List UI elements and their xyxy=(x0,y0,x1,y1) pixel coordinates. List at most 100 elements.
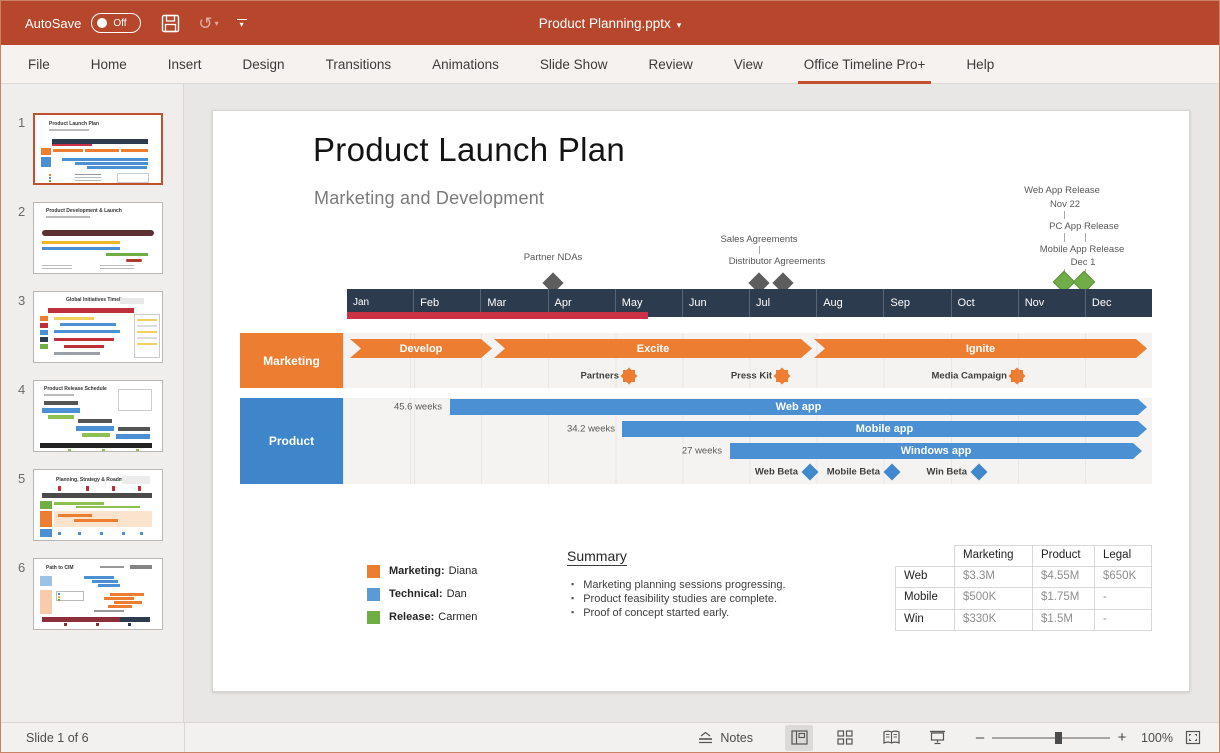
month-label: Aug xyxy=(816,289,883,317)
milestone-date-mobile-app-release: Dec 1 xyxy=(1071,257,1096,268)
slide-show-button[interactable] xyxy=(923,725,951,751)
task-bar-mobile-app[interactable]: Mobile app xyxy=(622,421,1147,437)
phase-develop[interactable]: Develop xyxy=(350,339,492,358)
fit-to-window-icon[interactable] xyxy=(1185,730,1201,745)
tab-insert[interactable]: Insert xyxy=(166,45,204,84)
zoom-in-button[interactable]: + xyxy=(1115,729,1129,746)
tab-file[interactable]: File xyxy=(26,45,52,84)
tab-home[interactable]: Home xyxy=(89,45,129,84)
cost-table[interactable]: Marketing Product Legal Web $3.3M $4.55M… xyxy=(895,545,1152,631)
slide-thumbnail-1[interactable]: Product Launch Plan xyxy=(33,113,163,185)
slide-subtitle[interactable]: Marketing and Development xyxy=(314,188,544,209)
burst-marker-media-campaign[interactable] xyxy=(1011,370,1023,382)
beta-label-mobile: Mobile Beta xyxy=(827,467,880,478)
slide-thumbnail-6[interactable]: Path to CIM xyxy=(33,558,163,630)
phase-excite[interactable]: Excite xyxy=(494,339,812,358)
marketing-row-label[interactable]: Marketing xyxy=(240,333,343,388)
marker-label-partners: Partners xyxy=(580,371,619,382)
slide-thumbnail-4[interactable]: Product Release Schedule xyxy=(33,380,163,452)
milestone-label-web-app-release: Web App Release xyxy=(1024,185,1100,196)
summary-heading[interactable]: Summary xyxy=(567,548,627,566)
autosave-label: AutoSave xyxy=(25,16,81,31)
slide-thumbnail-5[interactable]: Planning, Strategy & Roadmap xyxy=(33,469,163,541)
bullet-icon: ▪ xyxy=(571,579,574,589)
autosave-state: Off xyxy=(113,18,126,29)
autosave-toggle[interactable]: Off xyxy=(91,13,141,33)
milestone-label-distributor-agreements: Distributor Agreements xyxy=(729,256,826,267)
titlebar: AutoSave Off ↺ ▾ ▾ Product Planning.pptx… xyxy=(1,1,1219,45)
month-label: Nov xyxy=(1018,289,1085,317)
notes-button[interactable]: Notes xyxy=(698,731,753,745)
tab-office-timeline-pro[interactable]: Office Timeline Pro+ xyxy=(802,45,928,84)
bar-duration-web-app: 45.6 weeks xyxy=(394,402,442,413)
slide-canvas[interactable]: Product Launch Plan Marketing and Develo… xyxy=(212,110,1190,692)
summary-bullet: ▪Product feasibility studies are complet… xyxy=(571,593,777,605)
tab-review[interactable]: Review xyxy=(646,45,694,84)
zoom-slider-handle[interactable] xyxy=(1055,732,1062,744)
burst-marker-press-kit[interactable] xyxy=(776,370,788,382)
table-cell: $500K xyxy=(955,588,1033,610)
tab-design[interactable]: Design xyxy=(241,45,287,84)
title-dropdown-icon: ▾ xyxy=(677,20,682,30)
powerpoint-window: AutoSave Off ↺ ▾ ▾ Product Planning.pptx… xyxy=(0,0,1220,753)
zoom-level[interactable]: 100% xyxy=(1141,731,1173,745)
normal-view-icon xyxy=(791,730,808,745)
slide-show-icon xyxy=(929,730,946,745)
product-row-label[interactable]: Product xyxy=(240,398,343,484)
milestone-date-web-app-release: Nov 22 xyxy=(1050,199,1080,210)
slide-title[interactable]: Product Launch Plan xyxy=(313,131,625,169)
leader-line xyxy=(1064,233,1065,242)
bullet-icon: ▪ xyxy=(571,607,574,617)
slide-number: 5 xyxy=(18,469,33,541)
table-corner-cell xyxy=(895,545,955,567)
reading-view-button[interactable] xyxy=(877,725,905,751)
legend-entry: Release:Carmen xyxy=(389,611,477,623)
task-bar-web-app[interactable]: Web app xyxy=(450,399,1147,415)
elapsed-time-bar[interactable] xyxy=(347,312,648,319)
tab-help[interactable]: Help xyxy=(964,45,996,84)
normal-view-button[interactable] xyxy=(785,725,813,751)
phase-ignite[interactable]: Ignite xyxy=(814,339,1147,358)
customize-qat-button[interactable]: ▾ xyxy=(237,19,247,28)
legend-swatch-marketing xyxy=(367,565,380,578)
tab-transitions[interactable]: Transitions xyxy=(324,45,394,84)
slide-sorter-view-button[interactable] xyxy=(831,725,859,751)
marker-label-media-campaign: Media Campaign xyxy=(932,371,1008,382)
ribbon-tab-bar: File Home Insert Design Transitions Anim… xyxy=(1,45,1219,84)
table-header-product: Product xyxy=(1033,545,1095,567)
statusbar-divider xyxy=(184,723,185,752)
leader-line xyxy=(1064,211,1065,219)
slide-number: 2 xyxy=(18,202,33,274)
zoom-slider[interactable] xyxy=(992,737,1110,739)
slide-thumbnail-3[interactable]: Global Initiatives Timeline xyxy=(33,291,163,363)
task-bar-windows-app[interactable]: Windows app xyxy=(730,443,1142,459)
tab-animations[interactable]: Animations xyxy=(430,45,501,84)
table-header-marketing: Marketing xyxy=(955,545,1033,567)
legend-swatch-release xyxy=(367,611,380,624)
undo-button[interactable]: ↺ ▾ xyxy=(198,15,218,32)
month-label: Dec xyxy=(1085,289,1152,317)
slide-thumbnail-panel: 1 Product Launch Plan xyxy=(1,84,184,722)
save-icon[interactable] xyxy=(161,14,180,33)
legend-swatch-technical xyxy=(367,588,380,601)
zoom-out-button[interactable]: – xyxy=(973,729,987,746)
milestone-label-partner-ndas: Partner NDAs xyxy=(524,252,583,263)
burst-marker-partners[interactable] xyxy=(623,370,635,382)
month-label: Jun xyxy=(682,289,749,317)
chevron-down-icon: ▾ xyxy=(240,22,244,28)
tab-view[interactable]: View xyxy=(732,45,765,84)
document-title[interactable]: Product Planning.pptx▾ xyxy=(539,16,682,31)
notes-label: Notes xyxy=(720,731,753,745)
leader-line xyxy=(1085,233,1086,242)
summary-bullet: ▪Marketing planning sessions progressing… xyxy=(571,579,786,591)
undo-dropdown-icon: ▾ xyxy=(215,19,219,28)
status-bar: Slide 1 of 6 Notes xyxy=(1,722,1219,752)
milestone-label-mobile-app-release: Mobile App Release xyxy=(1040,244,1125,255)
table-row-label: Win xyxy=(895,610,955,632)
reading-view-icon xyxy=(883,730,900,745)
tab-slide-show[interactable]: Slide Show xyxy=(538,45,610,84)
slide-thumbnail-2[interactable]: Product Development & Launch xyxy=(33,202,163,274)
table-cell: $650K xyxy=(1095,567,1152,589)
table-cell: - xyxy=(1095,588,1152,610)
toggle-dot-icon xyxy=(97,18,107,28)
